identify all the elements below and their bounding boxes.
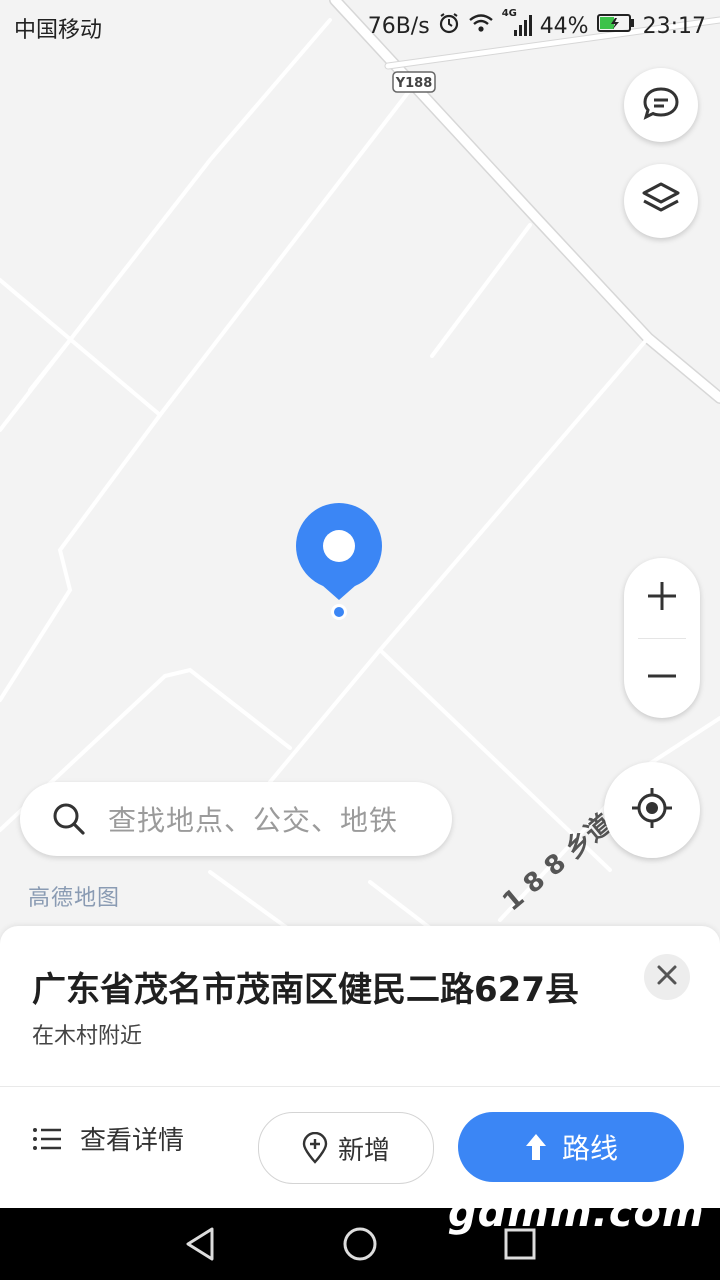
alarm-icon — [438, 12, 460, 40]
pin-point-dot — [331, 604, 347, 620]
sheet-divider — [0, 1086, 720, 1087]
battery-icon — [596, 13, 635, 39]
zoom-out-button[interactable] — [624, 638, 700, 718]
clock-time: 23:17 — [642, 13, 706, 39]
route-arrow-icon — [524, 1132, 548, 1162]
wifi-icon — [468, 12, 494, 40]
home-icon[interactable] — [342, 1226, 378, 1266]
carrier-name: 中国移动 — [14, 18, 103, 43]
battery-percent: 44% — [539, 13, 589, 39]
cellular-signal-icon: 4G — [502, 8, 532, 38]
search-placeholder: 查找地点、公交、地铁 — [108, 804, 399, 837]
add-label: 新增 — [337, 1135, 390, 1166]
back-icon[interactable] — [184, 1226, 216, 1266]
close-icon — [656, 964, 678, 990]
add-button[interactable]: 新增 — [258, 1112, 434, 1184]
search-bar[interactable]: 查找地点、公交、地铁 — [20, 782, 452, 856]
zoom-in-button[interactable] — [624, 558, 700, 638]
road-badge-text: Y188 — [395, 76, 433, 91]
zoom-out-icon — [644, 658, 680, 698]
close-button[interactable] — [644, 954, 690, 1000]
zoom-in-icon — [644, 578, 680, 618]
view-details-button[interactable]: 查看详情 — [32, 1120, 184, 1157]
brand-logo: 高德地图 — [28, 886, 121, 911]
zoom-control — [624, 558, 700, 718]
status-bar: 中国移动 76B/s 4G 44% 23:17 — [0, 0, 720, 50]
add-location-icon — [302, 1132, 328, 1164]
view-details-label: 查看详情 — [80, 1126, 185, 1156]
message-icon — [641, 85, 681, 125]
road-badge: Y188 — [392, 71, 436, 93]
route-label: 路线 — [561, 1132, 618, 1165]
place-sheet: 广东省茂名市茂南区健民二路627县 在木村附近 查看详情 新增 路线 — [0, 926, 720, 1208]
place-subtitle: 在木村附近 — [32, 1024, 143, 1049]
layers-button[interactable] — [624, 164, 698, 238]
net-speed: 76B/s — [367, 13, 430, 39]
locate-icon — [630, 786, 674, 834]
watermark: gdmm.com — [448, 1190, 705, 1236]
route-button[interactable]: 路线 — [458, 1112, 684, 1182]
message-button[interactable] — [624, 68, 698, 142]
place-title: 广东省茂名市茂南区健民二路627县 — [32, 970, 579, 1010]
list-icon — [32, 1127, 62, 1151]
layers-icon — [640, 180, 682, 222]
search-icon — [52, 802, 86, 836]
locate-button[interactable] — [604, 762, 700, 858]
